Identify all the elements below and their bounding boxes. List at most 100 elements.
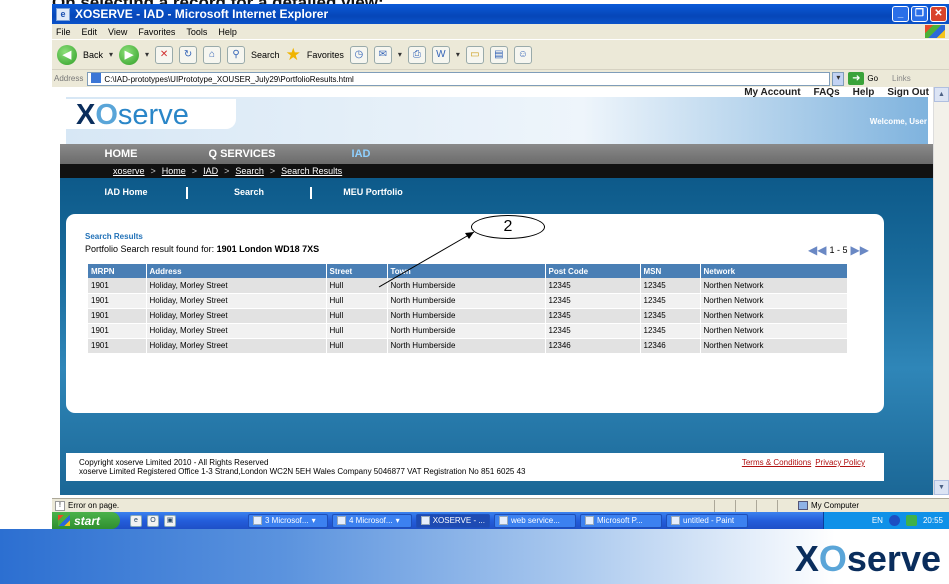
task-powerpoint[interactable]: Microsoft P... — [580, 513, 662, 528]
breadcrumb-iad[interactable]: IAD — [203, 166, 218, 176]
cell-street: Hull — [326, 293, 388, 309]
table-row[interactable]: 1901 Holiday, Morley Street Hull North H… — [88, 338, 848, 354]
nav-home[interactable]: HOME — [60, 148, 182, 160]
edit-dropdown-icon[interactable]: ▾ — [456, 50, 460, 59]
messenger-icon[interactable]: ☺ — [513, 45, 532, 64]
tray-app-icon[interactable] — [905, 515, 917, 526]
menu-favorites[interactable]: Favorites — [138, 27, 175, 37]
task-label: Microsoft P... — [597, 516, 643, 525]
security-zone: My Computer — [797, 501, 859, 510]
col-msn[interactable]: MSN — [640, 264, 701, 278]
links-toolbar[interactable]: Links — [892, 74, 911, 83]
menu-help[interactable]: Help — [218, 27, 237, 37]
logo-x: X — [76, 99, 96, 131]
error-warning-icon[interactable]: ! — [55, 500, 65, 511]
breadcrumb-home[interactable]: Home — [162, 166, 186, 176]
table-row[interactable]: 1901 Holiday, Morley Street Hull North H… — [88, 293, 848, 309]
task-word[interactable]: 3 Microsof... ▾ — [248, 513, 328, 528]
maximize-button[interactable]: ❐ — [911, 6, 928, 22]
menu-tools[interactable]: Tools — [186, 27, 207, 37]
computer-icon — [797, 501, 808, 510]
go-label: Go — [867, 74, 879, 83]
col-address[interactable]: Address — [146, 264, 327, 278]
firefox-icon — [499, 516, 508, 525]
sign-out-link[interactable]: Sign Out — [887, 87, 929, 99]
favorites-star-icon[interactable]: ★ — [286, 46, 301, 63]
menu-file[interactable]: File — [56, 27, 71, 37]
subnav-iad-home[interactable]: IAD Home — [66, 187, 186, 199]
go-button[interactable]: ➜ Go — [848, 72, 878, 85]
minimize-button[interactable]: _ — [892, 6, 909, 22]
scroll-down-icon[interactable]: ▼ — [934, 480, 949, 495]
pager-next-icon[interactable]: ▶▶ — [851, 243, 869, 257]
scroll-up-icon[interactable]: ▲ — [934, 87, 949, 102]
back-arrow-icon[interactable]: ◀ — [57, 44, 77, 65]
mail-icon[interactable]: ✉ — [373, 45, 392, 64]
search-button-label[interactable]: Search — [251, 50, 280, 60]
start-button[interactable]: start — [52, 512, 120, 529]
address-dropdown-icon[interactable]: ▾ — [832, 71, 845, 86]
slide-logo-o: O — [818, 538, 847, 579]
forward-arrow-icon[interactable]: ▶ — [119, 44, 140, 65]
col-town[interactable]: Town — [387, 264, 546, 278]
col-post-code[interactable]: Post Code — [545, 264, 641, 278]
vertical-scrollbar[interactable]: ▲ ▼ — [933, 87, 949, 495]
tray-arrow-icon[interactable] — [888, 515, 900, 526]
breadcrumb-xoserve[interactable]: xoserve — [113, 166, 145, 176]
breadcrumb-search[interactable]: Search — [235, 166, 264, 176]
refresh-icon[interactable]: ↻ — [179, 45, 198, 64]
ie-quicklaunch-icon[interactable]: e — [130, 514, 142, 527]
nav-q-services[interactable]: Q SERVICES — [182, 148, 302, 160]
search-icon[interactable]: ⚲ — [227, 45, 246, 64]
task-ie-xoserve[interactable]: XOSERVE - ... — [416, 513, 490, 528]
task-paint[interactable]: untitled - Paint — [666, 513, 748, 528]
col-network[interactable]: Network — [700, 264, 848, 278]
cell-address: Holiday, Morley Street — [146, 323, 327, 339]
cell-msn: 12345 — [640, 293, 701, 309]
edit-word-icon[interactable]: W — [431, 45, 450, 64]
table-row[interactable]: 1901 Holiday, Morley Street Hull North H… — [88, 308, 848, 324]
outlook-quicklaunch-icon[interactable]: O — [147, 514, 159, 527]
home-icon[interactable]: ⌂ — [203, 45, 222, 64]
results-table: MRPN Address Street Town Post Code MSN N… — [88, 264, 848, 354]
history-icon[interactable]: ◷ — [349, 45, 368, 64]
help-link[interactable]: Help — [853, 87, 875, 99]
folder-icon[interactable]: ▭ — [465, 45, 484, 64]
privacy-link[interactable]: Privacy Policy — [815, 458, 865, 467]
mail-dropdown-icon[interactable]: ▾ — [398, 50, 402, 59]
back-dropdown-icon[interactable]: ▾ — [109, 50, 113, 59]
site-logo[interactable]: XOserve — [66, 99, 236, 131]
pager-prev-icon[interactable]: ◀◀ — [808, 243, 826, 257]
desktop-quicklaunch-icon[interactable]: ▣ — [164, 514, 176, 527]
my-account-link[interactable]: My Account — [744, 87, 800, 99]
slide-logo-x: X — [794, 538, 819, 579]
menu-edit[interactable]: Edit — [82, 27, 98, 37]
task-web-service[interactable]: web service... — [494, 513, 576, 528]
forward-dropdown-icon[interactable]: ▾ — [145, 50, 149, 59]
nav-iad[interactable]: IAD — [302, 148, 420, 160]
favorites-button-label[interactable]: Favorites — [307, 50, 344, 60]
iad-subnav: IAD Home Search MEU Portfolio — [66, 187, 434, 199]
breadcrumb-search-results[interactable]: Search Results — [281, 166, 342, 176]
subnav-search[interactable]: Search — [186, 187, 310, 199]
table-row[interactable]: 1901 Holiday, Morley Street Hull North H… — [88, 278, 848, 294]
menu-view[interactable]: View — [108, 27, 127, 37]
col-street[interactable]: Street — [326, 264, 388, 278]
address-input[interactable]: C:\IAD-prototypes\UIPrototype_XOUSER_Jul… — [87, 71, 831, 86]
task-outlook[interactable]: 4 Microsof... ▾ — [332, 513, 412, 528]
col-mrpn[interactable]: MRPN — [88, 264, 147, 278]
terms-link[interactable]: Terms & Conditions — [742, 458, 811, 467]
close-button[interactable]: ✕ — [930, 6, 947, 22]
cell-town: North Humberside — [387, 323, 546, 339]
print-icon[interactable]: ⎙ — [407, 45, 426, 64]
breadcrumb: xoserve > Home > IAD > Search > Search R… — [60, 164, 933, 178]
stop-icon[interactable]: ✕ — [155, 45, 174, 64]
window-titlebar[interactable]: e XOSERVE - IAD - Microsoft Internet Exp… — [52, 4, 949, 24]
faqs-link[interactable]: FAQs — [814, 87, 840, 99]
welcome-text: Welcome, User — [869, 117, 927, 126]
subnav-meu-portfolio[interactable]: MEU Portfolio — [310, 187, 434, 199]
table-row[interactable]: 1901 Holiday, Morley Street Hull North H… — [88, 323, 848, 339]
language-indicator[interactable]: EN — [872, 516, 883, 525]
back-button-label[interactable]: Back — [83, 50, 103, 60]
research-icon[interactable]: ▤ — [489, 45, 508, 64]
